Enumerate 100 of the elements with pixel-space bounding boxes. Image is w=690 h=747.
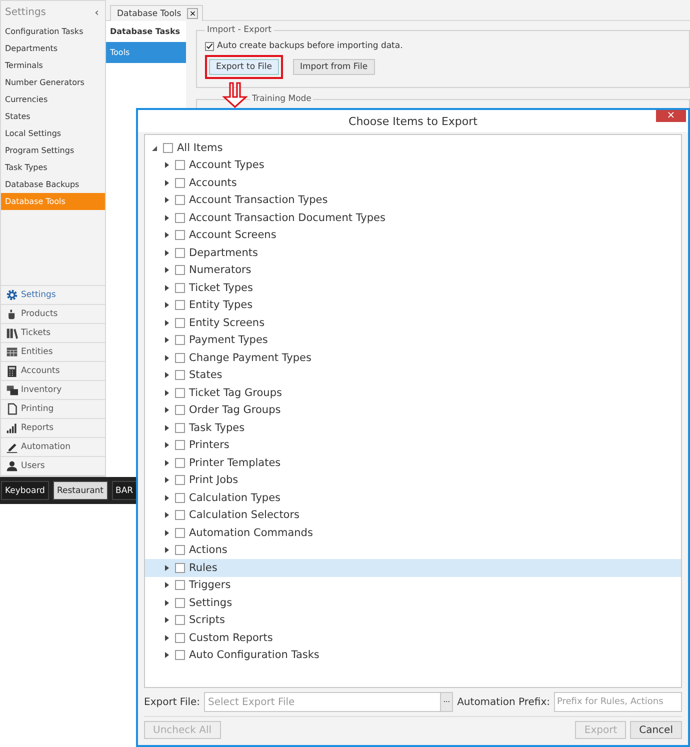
tree-item[interactable]: Departments <box>145 244 681 262</box>
expand-icon[interactable] <box>163 214 171 222</box>
tree-item[interactable]: Printers <box>145 436 681 454</box>
checkbox[interactable] <box>175 545 185 556</box>
expand-icon[interactable] <box>163 528 171 537</box>
checkbox[interactable] <box>175 370 185 380</box>
checkbox[interactable] <box>175 178 185 188</box>
tree-item[interactable]: Entity Screens <box>145 314 681 332</box>
expand-icon[interactable] <box>163 301 171 310</box>
tree-item[interactable]: Numerators <box>145 262 681 279</box>
tree-item[interactable]: Printer Templates <box>145 454 681 472</box>
expand-icon[interactable] <box>163 476 171 484</box>
tree-item[interactable]: Account Transaction Types <box>145 192 681 209</box>
checkbox[interactable] <box>175 440 185 450</box>
checkbox[interactable] <box>175 388 185 398</box>
checkbox[interactable] <box>175 615 185 626</box>
expand-icon[interactable] <box>163 406 171 414</box>
close-button[interactable]: × <box>187 8 198 19</box>
category-item[interactable]: Terminals <box>1 57 105 74</box>
expand-icon[interactable] <box>163 616 171 624</box>
button[interactable]: Import from File <box>293 59 375 75</box>
bar-button[interactable]: Restaurant <box>52 481 108 500</box>
bar-button[interactable]: BAR <box>112 481 138 500</box>
checkbox[interactable] <box>175 598 185 608</box>
checkbox[interactable] <box>175 632 185 643</box>
checkbox[interactable] <box>175 230 185 240</box>
category-item[interactable]: Number Generators <box>1 74 105 91</box>
tree-item[interactable]: Print Jobs <box>145 472 681 489</box>
checkbox[interactable] <box>175 422 185 433</box>
navigation-item[interactable]: Users <box>1 456 105 476</box>
checkbox[interactable] <box>175 335 185 346</box>
expand-icon[interactable] <box>163 634 171 642</box>
checkbox[interactable] <box>175 510 185 520</box>
expand-icon[interactable] <box>163 441 171 450</box>
checkbox[interactable] <box>175 458 185 468</box>
checkbox[interactable] <box>175 562 185 573</box>
tree-item[interactable]: Entity Types <box>145 296 681 314</box>
tree-item[interactable]: Payment Types <box>145 332 681 349</box>
expand-icon[interactable] <box>163 284 171 292</box>
checkbox[interactable] <box>175 195 185 206</box>
expand-icon[interactable] <box>163 598 171 607</box>
navigation-item[interactable]: Settings <box>1 285 105 304</box>
expand-icon[interactable] <box>163 266 171 274</box>
tree-item[interactable]: Custom Reports <box>145 629 681 646</box>
navigation-item[interactable]: Reports <box>1 418 105 437</box>
checkbox[interactable] <box>175 528 185 538</box>
checkbox[interactable] <box>175 300 185 310</box>
tree-item[interactable]: Task Types <box>145 419 681 436</box>
checkbox[interactable] <box>175 492 185 503</box>
expand-icon[interactable] <box>163 424 171 432</box>
bar-button[interactable]: Keyboard <box>1 481 49 500</box>
prefix-field[interactable]: Prefix for Rules, Actions <box>554 692 682 712</box>
category-item[interactable]: Program Settings <box>1 142 105 159</box>
button[interactable]: Export to File <box>209 59 279 75</box>
checkbox[interactable] <box>175 282 185 293</box>
expand-icon[interactable] <box>163 564 171 572</box>
tree-item[interactable]: Account Screens <box>145 226 681 244</box>
tree-item[interactable]: Settings <box>145 594 681 612</box>
checkbox[interactable] <box>175 580 185 590</box>
checkbox[interactable] <box>175 318 185 328</box>
navigation-item[interactable]: Tickets <box>1 323 105 342</box>
collapse-button[interactable]: ‹ <box>92 6 101 19</box>
expand-icon[interactable] <box>163 651 171 660</box>
expand-icon[interactable] <box>163 336 171 344</box>
tree-item[interactable]: Change Payment Types <box>145 349 681 366</box>
navigation-item[interactable]: Inventory <box>1 380 105 399</box>
checkbox[interactable] <box>175 405 185 416</box>
expand-icon[interactable] <box>163 546 171 554</box>
document-tab[interactable]: Database Tools × <box>110 5 204 21</box>
checkbox[interactable] <box>175 352 185 363</box>
tool-tab[interactable]: Database Tasks <box>106 21 186 42</box>
expand-icon[interactable] <box>163 231 171 240</box>
tree-item[interactable]: Account Types <box>145 156 681 174</box>
category-item[interactable]: Database Backups <box>1 176 105 193</box>
checkbox[interactable] <box>175 212 185 223</box>
expand-icon[interactable] <box>163 494 171 502</box>
button[interactable]: Cancel <box>630 721 682 739</box>
tree-item[interactable]: Ticket Tag Groups <box>145 384 681 402</box>
checkbox[interactable] <box>175 265 185 276</box>
expand-icon[interactable] <box>163 458 171 467</box>
navigation-item[interactable]: Accounts <box>1 361 105 380</box>
expand-icon[interactable] <box>163 581 171 590</box>
tree-item[interactable]: Automation Commands <box>145 524 681 542</box>
tree-item[interactable]: Calculation Selectors <box>145 506 681 524</box>
checkbox[interactable] <box>175 160 185 170</box>
tree-item[interactable]: States <box>145 366 681 384</box>
navigation-item[interactable]: Entities <box>1 342 105 361</box>
category-item[interactable]: States <box>1 108 105 125</box>
collapse-icon[interactable] <box>151 144 159 152</box>
tree-item[interactable]: Account Transaction Document Types <box>145 209 681 226</box>
expand-icon[interactable] <box>163 388 171 397</box>
tree-item[interactable]: Triggers <box>145 576 681 594</box>
checkbox[interactable] <box>175 650 185 660</box>
expand-icon[interactable] <box>163 178 171 187</box>
expand-icon[interactable] <box>163 511 171 520</box>
tree-item[interactable]: Calculation Types <box>145 489 681 506</box>
navigation-item[interactable]: Printing <box>1 399 105 418</box>
tree-item[interactable]: Accounts <box>145 174 681 192</box>
category-item[interactable]: Departments <box>1 40 105 57</box>
category-item[interactable]: Local Settings <box>1 125 105 142</box>
